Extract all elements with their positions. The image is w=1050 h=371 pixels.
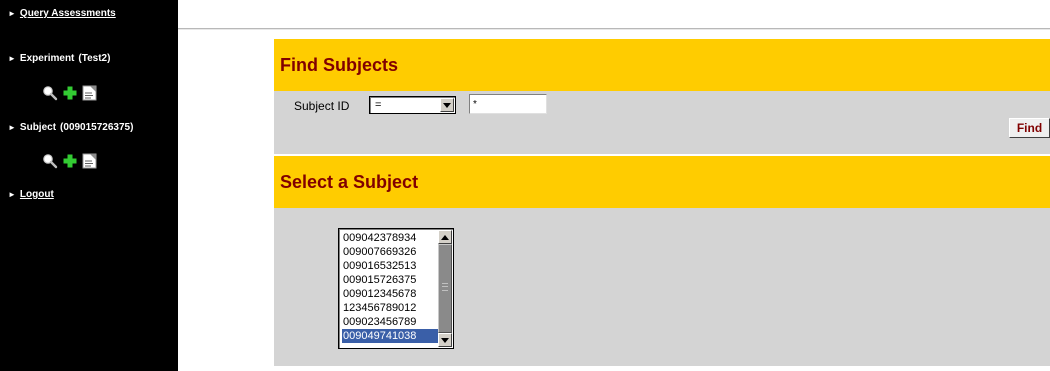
- list-item[interactable]: 123456789012: [342, 301, 440, 315]
- arrow-right-icon: ►: [8, 190, 16, 199]
- nav-subject[interactable]: ► Subject (009015726375): [8, 122, 133, 133]
- select-subject-header: Select a Subject: [274, 156, 1050, 208]
- subject-id-label: Subject ID: [294, 99, 350, 113]
- arrow-right-icon: ►: [8, 9, 16, 18]
- operator-value: =: [375, 99, 382, 111]
- document-icon[interactable]: [81, 152, 99, 170]
- subject-value: (009015726375): [60, 122, 134, 133]
- document-icon[interactable]: [81, 84, 99, 102]
- subject-id-input[interactable]: [469, 94, 547, 114]
- find-subjects-title: Find Subjects: [280, 54, 399, 75]
- find-subjects-body: Subject ID = Find: [274, 91, 1050, 154]
- list-item[interactable]: 009042378934: [342, 231, 440, 245]
- top-divider: [178, 28, 1050, 30]
- nav-logout[interactable]: ► Logout: [8, 189, 54, 200]
- logout-link[interactable]: Logout: [20, 189, 54, 200]
- nav-query-assessments[interactable]: ► Query Assessments: [8, 8, 116, 19]
- subject-actions: [41, 152, 99, 170]
- arrow-right-icon: ►: [8, 123, 16, 132]
- subject-list: 009042378934 009007669326 009016532513 0…: [342, 231, 440, 343]
- list-item[interactable]: 009016532513: [342, 259, 440, 273]
- chevron-down-icon[interactable]: [440, 98, 454, 112]
- experiment-actions: [41, 84, 99, 102]
- query-assessments-link[interactable]: Query Assessments: [20, 8, 116, 19]
- list-item[interactable]: 009015726375: [342, 273, 440, 287]
- select-subject-title: Select a Subject: [280, 171, 419, 192]
- scroll-down-icon[interactable]: [438, 333, 452, 347]
- magnifier-icon[interactable]: [41, 84, 59, 102]
- sidebar: ► Query Assessments ► Experiment (Test2)…: [0, 0, 178, 371]
- subject-label[interactable]: Subject: [20, 122, 56, 133]
- scroll-up-icon[interactable]: [438, 230, 452, 244]
- magnifier-icon[interactable]: [41, 152, 59, 170]
- plus-icon[interactable]: [61, 152, 79, 170]
- list-item[interactable]: 009007669326: [342, 245, 440, 259]
- find-subjects-header: Find Subjects: [274, 39, 1050, 91]
- subject-listbox[interactable]: 009042378934 009007669326 009016532513 0…: [338, 228, 454, 349]
- find-button[interactable]: Find: [1009, 118, 1050, 138]
- grip-icon: [442, 283, 448, 291]
- operator-select[interactable]: =: [369, 96, 456, 114]
- list-item-selected[interactable]: 009049741038: [342, 329, 440, 343]
- list-item[interactable]: 009023456789: [342, 315, 440, 329]
- experiment-value: (Test2): [78, 53, 111, 64]
- listbox-scrollbar[interactable]: [438, 230, 452, 347]
- select-subject-body: 009042378934 009007669326 009016532513 0…: [274, 208, 1050, 366]
- nav-experiment[interactable]: ► Experiment (Test2): [8, 53, 110, 64]
- scroll-thumb[interactable]: [438, 244, 452, 333]
- plus-icon[interactable]: [61, 84, 79, 102]
- arrow-right-icon: ►: [8, 54, 16, 63]
- list-item[interactable]: 009012345678: [342, 287, 440, 301]
- experiment-label[interactable]: Experiment: [20, 53, 74, 64]
